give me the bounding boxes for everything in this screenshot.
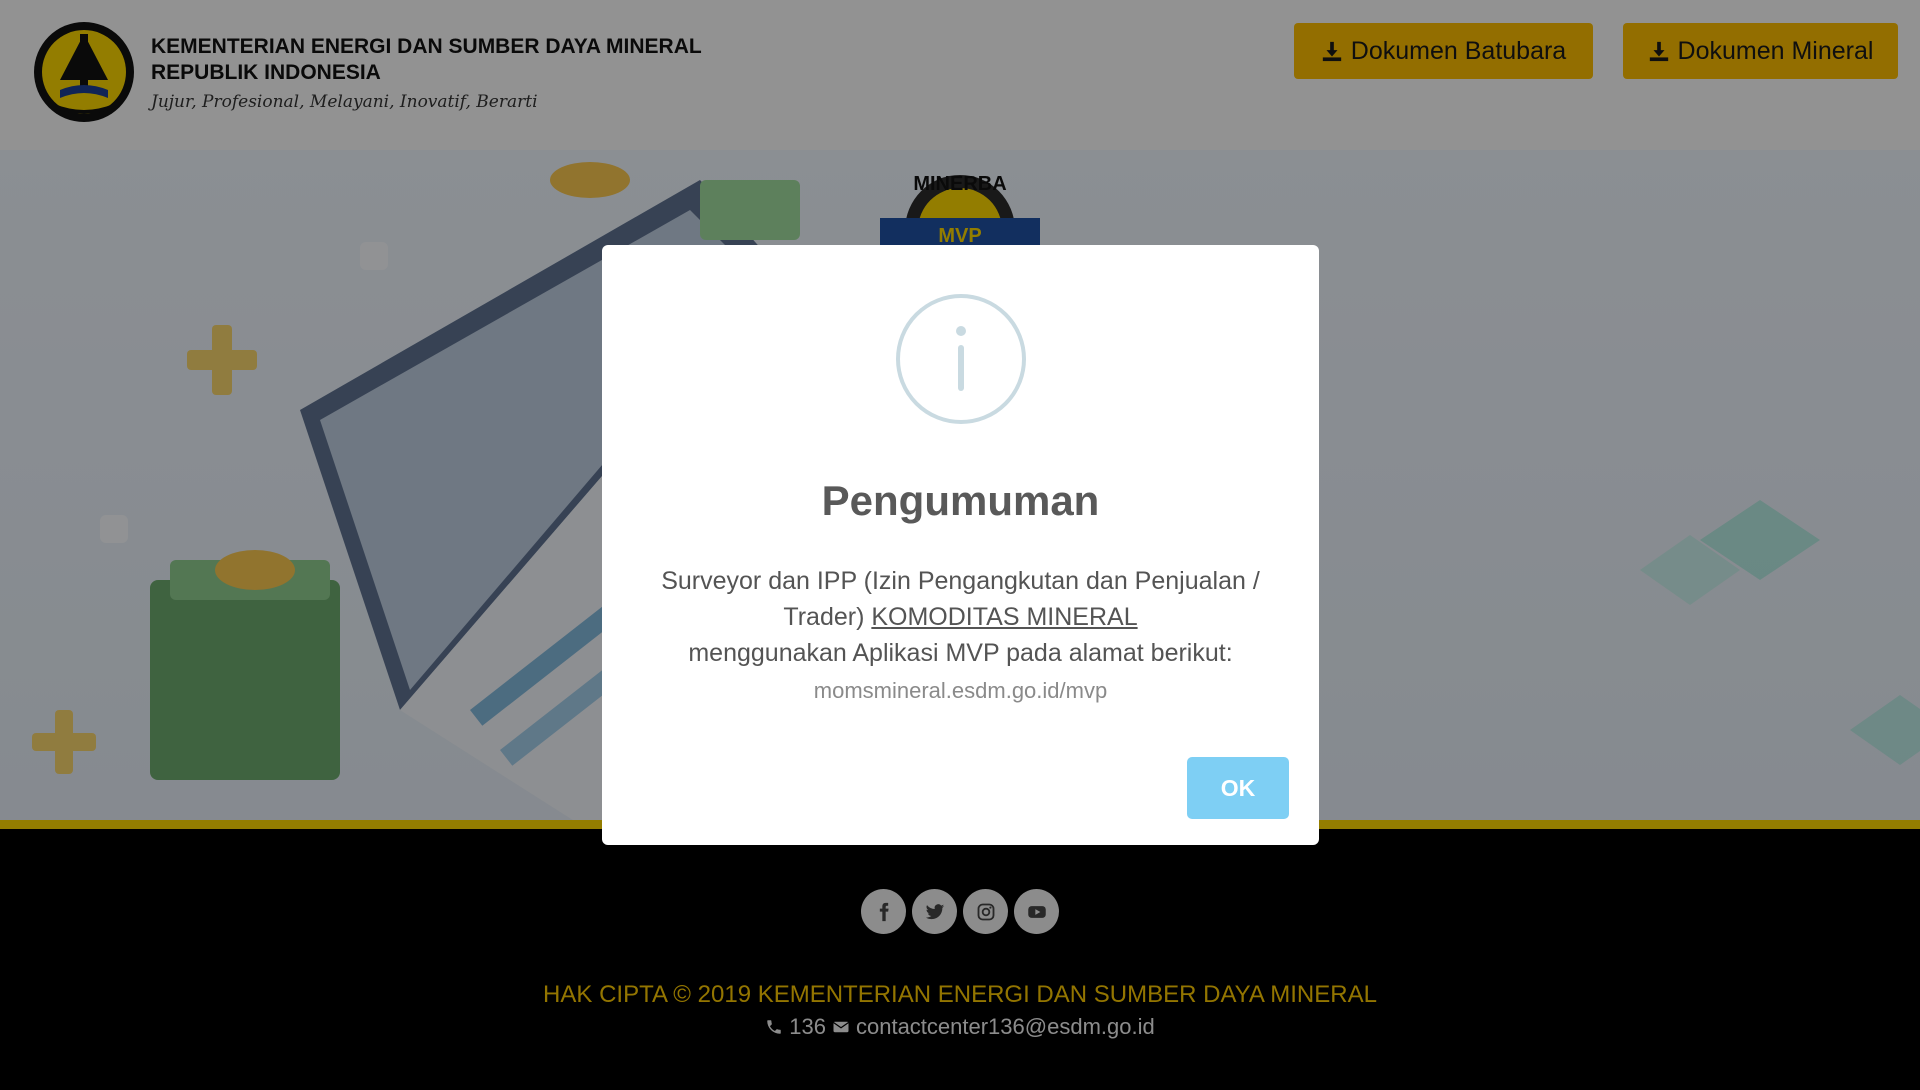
modal-body-text-2: menggunakan Aplikasi MVP pada alamat ber… — [688, 639, 1233, 667]
modal-url: momsmineral.esdm.go.id/mvp — [813, 678, 1108, 703]
komoditas-mineral-link[interactable]: KOMODITAS MINERAL — [871, 603, 1137, 631]
modal-title: Pengumuman — [821, 477, 1100, 524]
info-icon — [896, 294, 1026, 424]
announcement-modal: Pengumuman Surveyor dan IPP (Izin Pengan… — [602, 245, 1319, 845]
modal-body: Surveyor dan IPP (Izin Pengangkutan dan … — [632, 563, 1289, 709]
ok-button[interactable]: OK — [1187, 757, 1289, 819]
